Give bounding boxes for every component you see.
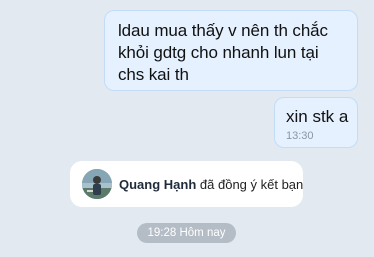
date-separator: 19:28 Hôm nay [137, 223, 236, 243]
friend-notice-message: đã đồng ý kết bạn [199, 176, 304, 192]
chat-conversation-area: ldau mua thấy v nên th chắc khỏi gdtg ch… [0, 0, 374, 257]
outgoing-message-bubble[interactable]: xin stk a 13:30 [274, 97, 358, 148]
friend-notice-text: Quang Hạnh đã đồng ý kết bạn [119, 177, 303, 192]
message-text: ldau mua thấy v nên th chắc khỏi gdtg ch… [118, 21, 328, 84]
message-text: xin stk a [286, 107, 349, 126]
outgoing-message-bubble[interactable]: ldau mua thấy v nên th chắc khỏi gdtg ch… [104, 10, 358, 91]
friend-accepted-notice[interactable]: Quang Hạnh đã đồng ý kết bạn [70, 161, 303, 207]
user-avatar-icon[interactable] [82, 169, 112, 199]
message-timestamp: 13:30 [286, 130, 314, 142]
friend-name[interactable]: Quang Hạnh [119, 177, 196, 192]
